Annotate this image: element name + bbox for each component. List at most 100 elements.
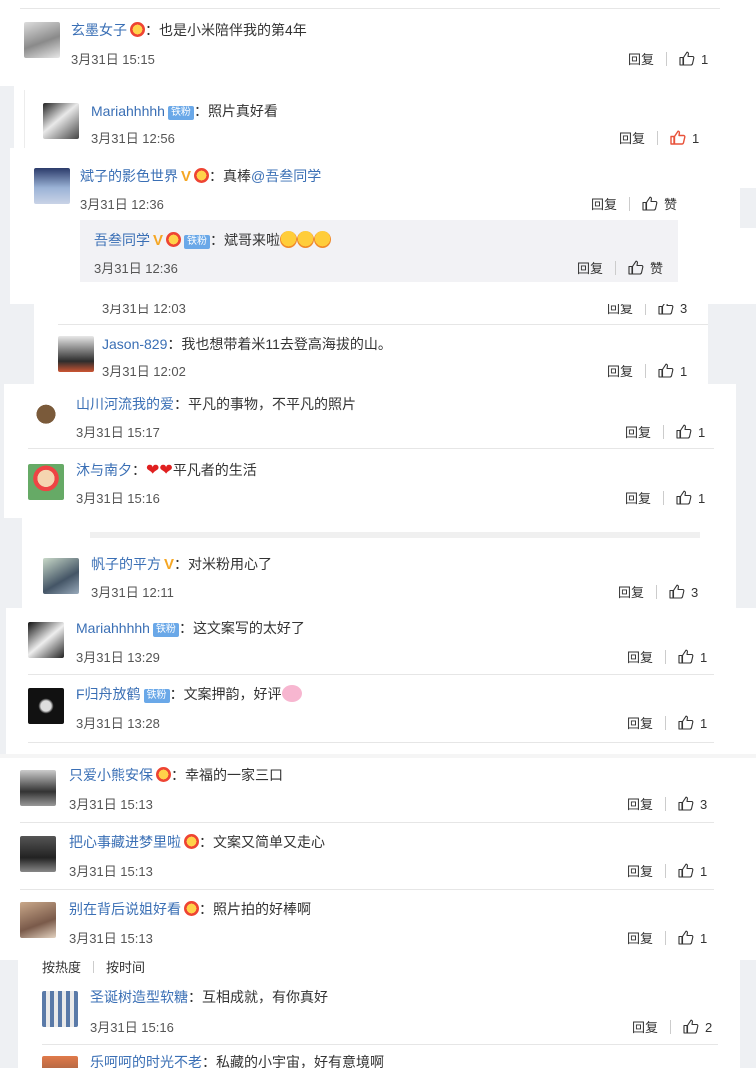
reply-button[interactable]: 回复 (619, 128, 645, 147)
username[interactable]: 只爱小熊安保 (69, 767, 153, 783)
username[interactable]: Mariahhhhh (76, 620, 150, 636)
username[interactable]: 玄墨女子 (71, 22, 127, 38)
comment-time: 3月31日 12:36 (94, 261, 178, 276)
username[interactable]: F归舟放鹤 (76, 686, 141, 702)
separator (645, 364, 647, 378)
comment-text: 平凡者的生活 (172, 462, 257, 478)
username[interactable]: Mariahhhhh (91, 103, 165, 119)
thumbs-up-icon (642, 196, 658, 211)
like-button[interactable]: 1 (678, 930, 707, 946)
comment-line: 吾叁同学 V 铁粉 ：斌哥来啦 (94, 231, 332, 250)
reply-button[interactable]: 回复 (627, 713, 653, 732)
like-count: 1 (700, 650, 708, 665)
avatar[interactable] (42, 1056, 78, 1068)
sort-by-time-tab[interactable]: 按时间 (106, 960, 145, 975)
reply-button[interactable]: 回复 (607, 361, 633, 380)
username[interactable]: 帆子的平方 (91, 556, 161, 572)
verified-v-icon: V (164, 556, 175, 573)
avatar[interactable] (34, 168, 70, 204)
like-button[interactable]: 1 (670, 130, 699, 146)
thumbs-up-icon (658, 363, 674, 378)
like-button[interactable]: 赞 (628, 258, 663, 277)
like-button[interactable]: 赞 (642, 194, 677, 213)
avatar[interactable] (28, 464, 64, 500)
like-button[interactable]: 3 (658, 304, 687, 316)
like-button[interactable]: 1 (678, 715, 707, 731)
avatar[interactable] (28, 622, 64, 658)
comment-strip-1: 玄墨女子 ：也是小米陪伴我的第4年 3月31日 15:15 回复 1 (0, 0, 756, 80)
reply-button[interactable]: 回复 (632, 1017, 658, 1036)
avatar[interactable] (43, 558, 79, 594)
reply-button[interactable]: 回复 (625, 422, 651, 441)
like-button[interactable]: 3 (678, 796, 707, 812)
mention-link[interactable]: @吾叁同学 (251, 168, 321, 184)
like-button[interactable]: 3 (669, 584, 698, 600)
like-count: 1 (700, 716, 708, 731)
colon: ： (210, 232, 225, 248)
sort-by-hot-tab[interactable]: 按热度 (42, 960, 81, 975)
comment-line: F归舟放鹤 铁粉 ：文案押韵，好评 (76, 685, 302, 703)
like-button[interactable]: 1 (678, 863, 707, 879)
comment-actions: 回复 赞 (591, 194, 677, 213)
fan-medal-icon (194, 168, 210, 183)
fan-medal-icon (166, 232, 182, 247)
divider (20, 822, 714, 823)
username[interactable]: 沐与南夕 (76, 462, 132, 478)
avatar[interactable] (20, 770, 56, 806)
comment-line: 别在背后说姐好看 ：照片拍的好棒啊 (69, 900, 311, 918)
colon: ： (199, 834, 213, 850)
username[interactable]: Jason-829 (102, 336, 167, 352)
reply-button[interactable]: 回复 (628, 49, 654, 68)
username[interactable]: 吾叁同学 (94, 232, 150, 248)
like-button[interactable]: 1 (679, 51, 708, 67)
comment-text: 这文案写的太好了 (192, 620, 305, 636)
avatar[interactable] (28, 688, 64, 724)
reply-button[interactable]: 回复 (607, 304, 633, 317)
colon: ： (202, 1054, 216, 1068)
avatar[interactable] (20, 902, 56, 938)
avatar[interactable] (24, 22, 60, 58)
reply-button[interactable]: 回复 (591, 194, 617, 213)
divider (20, 889, 714, 890)
like-button[interactable]: 2 (683, 1019, 712, 1035)
avatar[interactable] (20, 836, 56, 872)
fan-medal-icon (184, 901, 199, 916)
reply-box: 吾叁同学 V 铁粉 ：斌哥来啦 3月31日 12:36 回复 赞 (80, 220, 678, 282)
comment-strip-8: 只爱小熊安保 ：幸福的一家三口 3月31日 15:13 回复 3 把心事藏进梦里啦：… (0, 754, 756, 960)
reply-button[interactable]: 回复 (627, 794, 653, 813)
username[interactable]: 乐呵呵的时光不老 (90, 1054, 202, 1068)
username[interactable]: 圣诞树造型软糖 (90, 989, 188, 1005)
like-button[interactable]: 1 (678, 649, 707, 665)
avatar[interactable] (43, 103, 79, 139)
reply-button[interactable]: 回复 (627, 647, 653, 666)
colon: ： (169, 686, 184, 702)
thumbs-up-icon (678, 649, 694, 664)
avatar[interactable] (28, 398, 64, 434)
reply-button[interactable]: 回复 (625, 488, 651, 507)
separator (656, 585, 658, 599)
comment-strip-6: 帆子的平方 V：对米粉用心了 3月31日 12:11 回复 3 (0, 518, 756, 608)
fan-medal-icon (130, 22, 145, 37)
like-button[interactable]: 1 (658, 363, 687, 379)
reply-button[interactable]: 回复 (627, 861, 653, 880)
username[interactable]: 山川河流我的爱 (76, 396, 174, 412)
emoji-icon (281, 685, 302, 702)
username[interactable]: 斌子的影色世界 (80, 168, 178, 184)
comment-time: 3月31日 12:03 (102, 304, 186, 316)
like-button[interactable]: 1 (676, 424, 705, 440)
username[interactable]: 把心事藏进梦里啦 (69, 834, 181, 850)
reply-button[interactable]: 回复 (627, 928, 653, 947)
separator (657, 131, 659, 145)
username[interactable]: 别在背后说姐好看 (69, 901, 181, 917)
avatar[interactable] (42, 991, 78, 1027)
comment-actions: 回复 1 (627, 861, 707, 880)
divider (28, 448, 714, 449)
reply-button[interactable]: 回复 (618, 582, 644, 601)
comment-time: 3月31日 13:29 (76, 650, 160, 665)
separator (663, 425, 665, 439)
reply-button[interactable]: 回复 (577, 258, 603, 277)
avatar[interactable] (58, 336, 94, 372)
like-count: 1 (698, 491, 706, 506)
fan-medal-icon (156, 767, 171, 782)
like-button[interactable]: 1 (676, 490, 705, 506)
